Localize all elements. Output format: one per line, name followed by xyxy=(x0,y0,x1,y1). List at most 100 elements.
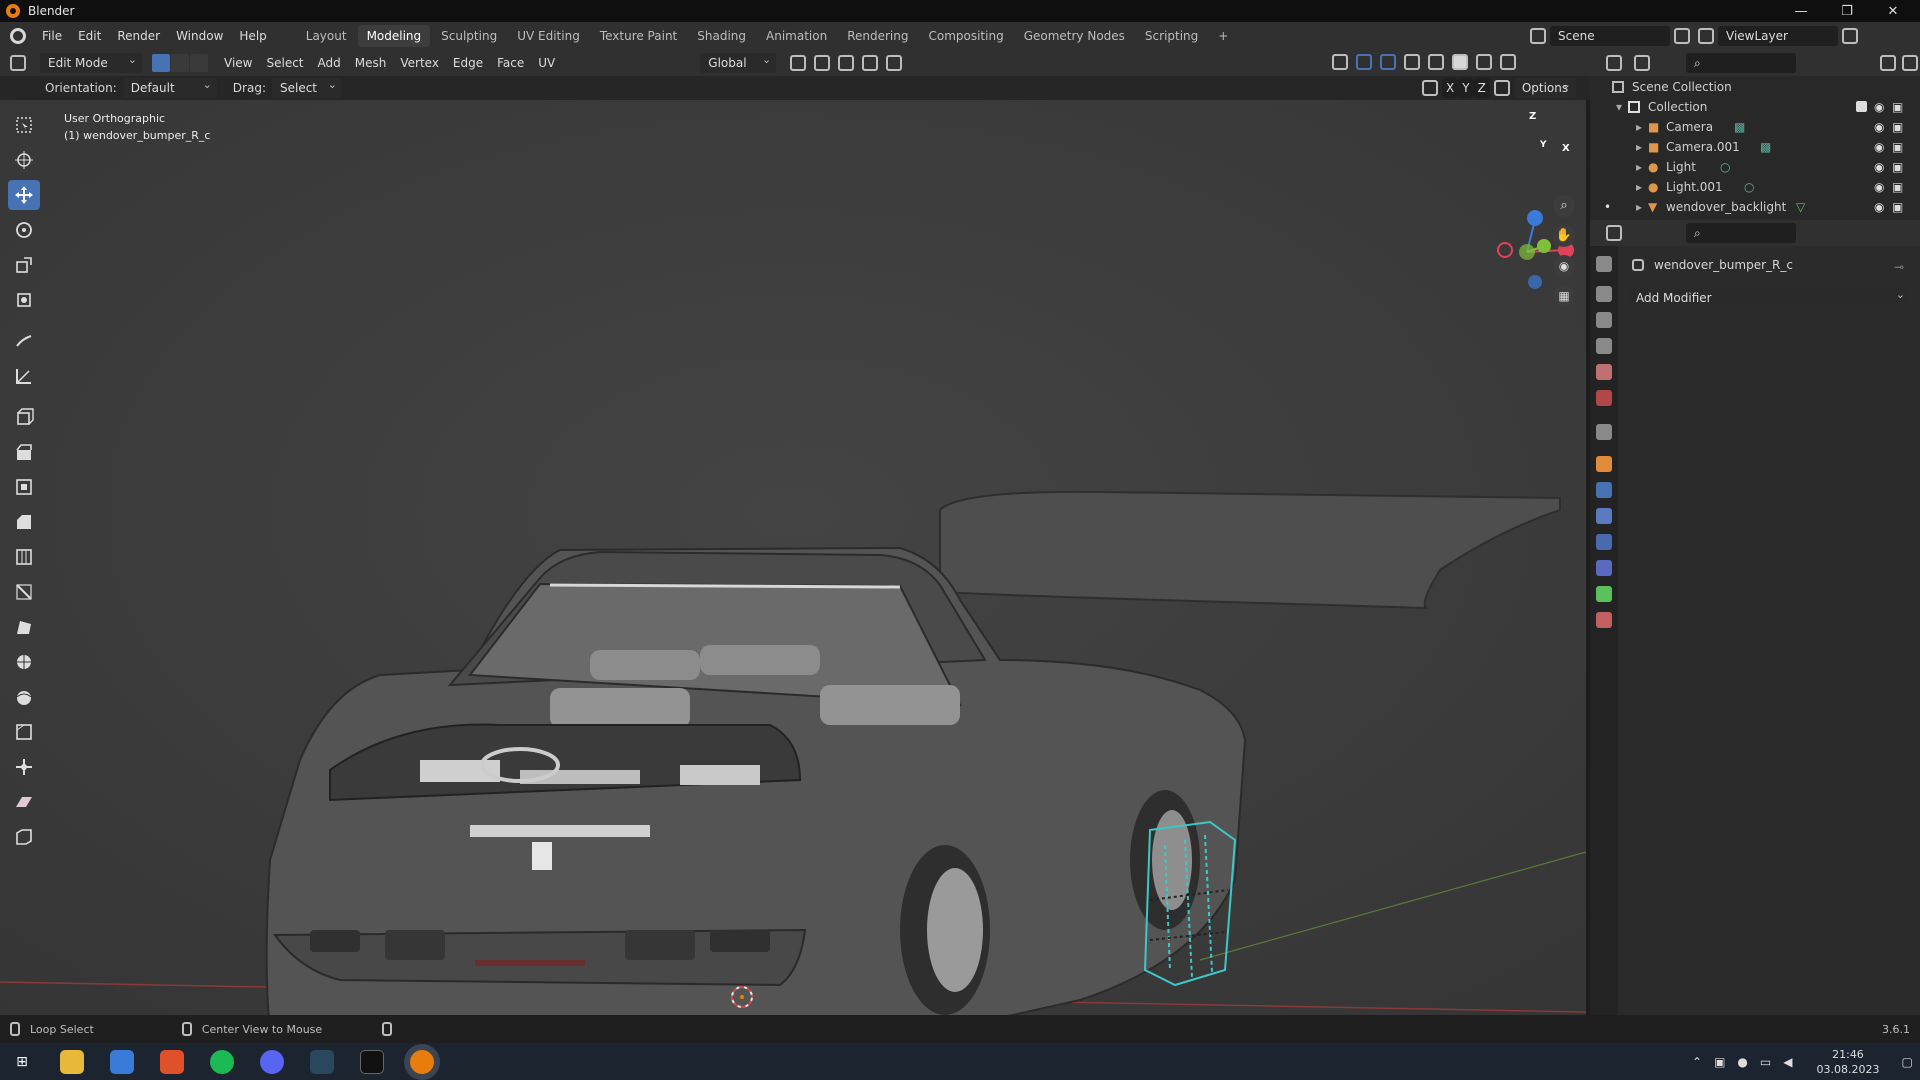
chevron-right-icon[interactable]: ▸ xyxy=(1636,197,1642,217)
outliner-search-input[interactable]: ⌕ xyxy=(1686,53,1796,73)
spotify-icon[interactable] xyxy=(210,1049,234,1074)
visibility-filter-icon[interactable] xyxy=(1332,54,1348,70)
camera-data-icon[interactable]: ▩ xyxy=(1760,137,1771,157)
outliner-item-light[interactable]: ▸ ● Light ○ ◉ ▣ xyxy=(1590,157,1920,177)
menu-select[interactable]: Select xyxy=(259,53,310,73)
modifier-tab-icon[interactable] xyxy=(1596,482,1612,498)
scene-collection-row[interactable]: Scene Collection xyxy=(1590,77,1920,97)
outliner-item-camera[interactable]: ▸ ■ Camera ▩ ◉ ▣ xyxy=(1590,117,1920,137)
menu-render[interactable]: Render xyxy=(109,25,168,47)
orientation-dropdown[interactable]: Default xyxy=(122,75,217,98)
blender-menu-icon[interactable] xyxy=(10,28,26,44)
tab-scripting[interactable]: Scripting xyxy=(1136,25,1207,47)
tray-app-icon[interactable]: ▣ xyxy=(1714,1055,1725,1069)
output-tab-icon[interactable] xyxy=(1596,312,1612,328)
annotate-tool[interactable] xyxy=(8,326,40,356)
snap-target-icon[interactable] xyxy=(838,55,855,71)
options-dropdown[interactable]: Options xyxy=(1513,75,1576,98)
tab-animation[interactable]: Animation xyxy=(757,25,836,47)
solid-shading-icon[interactable] xyxy=(1452,54,1468,70)
new-collection-icon[interactable] xyxy=(1902,55,1918,71)
render-camera-icon[interactable]: ▣ xyxy=(1892,157,1903,177)
gizmo-z-label[interactable]: Z xyxy=(1529,111,1536,122)
transform-orientation-dropdown[interactable]: Global xyxy=(700,50,777,73)
axis-z-toggle[interactable]: Z xyxy=(1473,78,1490,98)
poly-build-tool[interactable] xyxy=(8,612,40,642)
minimize-button[interactable]: — xyxy=(1778,0,1824,22)
brave-browser-icon[interactable] xyxy=(160,1049,184,1074)
3d-viewport[interactable]: User Orthographic (1) wendover_bumper_R_… xyxy=(0,100,1586,1015)
menu-help[interactable]: Help xyxy=(231,25,274,47)
maximize-button[interactable]: ❐ xyxy=(1824,0,1870,22)
close-button[interactable]: ✕ xyxy=(1870,0,1916,22)
light-data-icon[interactable]: ○ xyxy=(1720,157,1730,177)
proportional-edit-icon[interactable] xyxy=(862,55,879,71)
knife-tool[interactable] xyxy=(8,577,40,607)
blender-taskbar-icon[interactable] xyxy=(410,1049,434,1074)
pin-icon[interactable]: ⊸ xyxy=(1894,260,1904,274)
eye-icon[interactable]: ◉ xyxy=(1874,137,1884,157)
checkbox-icon[interactable] xyxy=(1856,101,1867,112)
light-data-icon[interactable]: ○ xyxy=(1744,177,1754,197)
viewlayer-name-field[interactable]: ViewLayer xyxy=(1718,26,1838,46)
add-cube-tool[interactable] xyxy=(8,402,40,432)
drag-dropdown[interactable]: Select Box xyxy=(271,75,342,115)
render-camera-icon[interactable]: ▣ xyxy=(1892,117,1903,137)
windows-start-icon[interactable]: ⊞ xyxy=(10,1050,34,1074)
render-tab-icon[interactable] xyxy=(1596,286,1612,302)
menu-vertex[interactable]: Vertex xyxy=(393,53,446,73)
axis-y-toggle[interactable]: Y xyxy=(1458,78,1474,98)
outliner-item-light-001[interactable]: ▸ ● Light.001 ○ ◉ ▣ xyxy=(1590,177,1920,197)
collection-row[interactable]: ▾ Collection ◉ ▣ xyxy=(1590,97,1920,117)
eye-icon[interactable]: ◉ xyxy=(1874,157,1884,177)
select-box-tool[interactable] xyxy=(8,110,40,140)
outliner-item-wendover-backlight[interactable]: • ▸ ▼ wendover_backlight ▽ ◉ ▣ xyxy=(1590,197,1920,217)
menu-window[interactable]: Window xyxy=(168,25,231,47)
network-icon[interactable]: ▭ xyxy=(1760,1055,1771,1069)
menu-view[interactable]: View xyxy=(217,53,259,73)
scale-tool[interactable] xyxy=(8,250,40,280)
tool-tab-icon[interactable] xyxy=(1596,256,1612,272)
chevron-right-icon[interactable]: ▸ xyxy=(1636,137,1642,157)
mode-dropdown[interactable]: Edit Mode xyxy=(40,50,142,73)
chevron-right-icon[interactable]: ▸ xyxy=(1636,157,1642,177)
tray-chevron-up-icon[interactable]: ⌃ xyxy=(1692,1055,1702,1069)
falloff-icon[interactable] xyxy=(886,55,903,71)
edge-slide-tool[interactable] xyxy=(8,717,40,747)
filter-icon[interactable] xyxy=(1880,55,1896,71)
view-layer-tab-icon[interactable] xyxy=(1596,338,1612,354)
edge-select-icon[interactable] xyxy=(171,54,189,72)
store-icon[interactable] xyxy=(110,1049,134,1074)
tab-sculpting[interactable]: Sculpting xyxy=(432,25,506,47)
vertex-select-icon[interactable] xyxy=(152,54,170,72)
steam-icon[interactable] xyxy=(310,1049,334,1074)
cursor-tool[interactable] xyxy=(8,145,40,175)
scene-tab-icon[interactable] xyxy=(1596,364,1612,380)
chevron-right-icon[interactable]: ▸ xyxy=(1636,117,1642,137)
measure-tool[interactable] xyxy=(8,361,40,391)
discord-icon[interactable] xyxy=(260,1049,284,1074)
zoom-icon[interactable]: ⌕ xyxy=(1553,195,1575,217)
microphone-icon[interactable]: ● xyxy=(1737,1055,1747,1069)
rip-region-tool[interactable] xyxy=(8,822,40,852)
face-select-icon[interactable] xyxy=(190,54,208,72)
add-workspace-button[interactable]: + xyxy=(1209,25,1237,47)
editor-type-icon[interactable] xyxy=(10,55,26,71)
menu-add[interactable]: Add xyxy=(311,53,348,73)
rendered-shading-icon[interactable] xyxy=(1500,54,1516,70)
gizmo-toggle-icon[interactable] xyxy=(1356,54,1372,70)
camera-view-icon[interactable]: ◉ xyxy=(1553,255,1575,277)
material-tab-icon[interactable] xyxy=(1596,612,1612,628)
move-tool[interactable] xyxy=(8,180,40,210)
render-camera-icon[interactable]: ▣ xyxy=(1892,97,1903,117)
menu-face[interactable]: Face xyxy=(490,53,531,73)
terminal-app-icon[interactable] xyxy=(360,1049,384,1074)
eye-icon[interactable]: ◉ xyxy=(1874,197,1884,217)
bevel-tool[interactable] xyxy=(8,507,40,537)
tab-modeling[interactable]: Modeling xyxy=(357,25,431,47)
world-tab-icon[interactable] xyxy=(1596,390,1612,406)
eye-icon[interactable]: ◉ xyxy=(1874,177,1884,197)
inset-tool[interactable] xyxy=(8,472,40,502)
loop-cut-tool[interactable] xyxy=(8,542,40,572)
mesh-data-icon[interactable]: ▽ xyxy=(1796,197,1805,217)
